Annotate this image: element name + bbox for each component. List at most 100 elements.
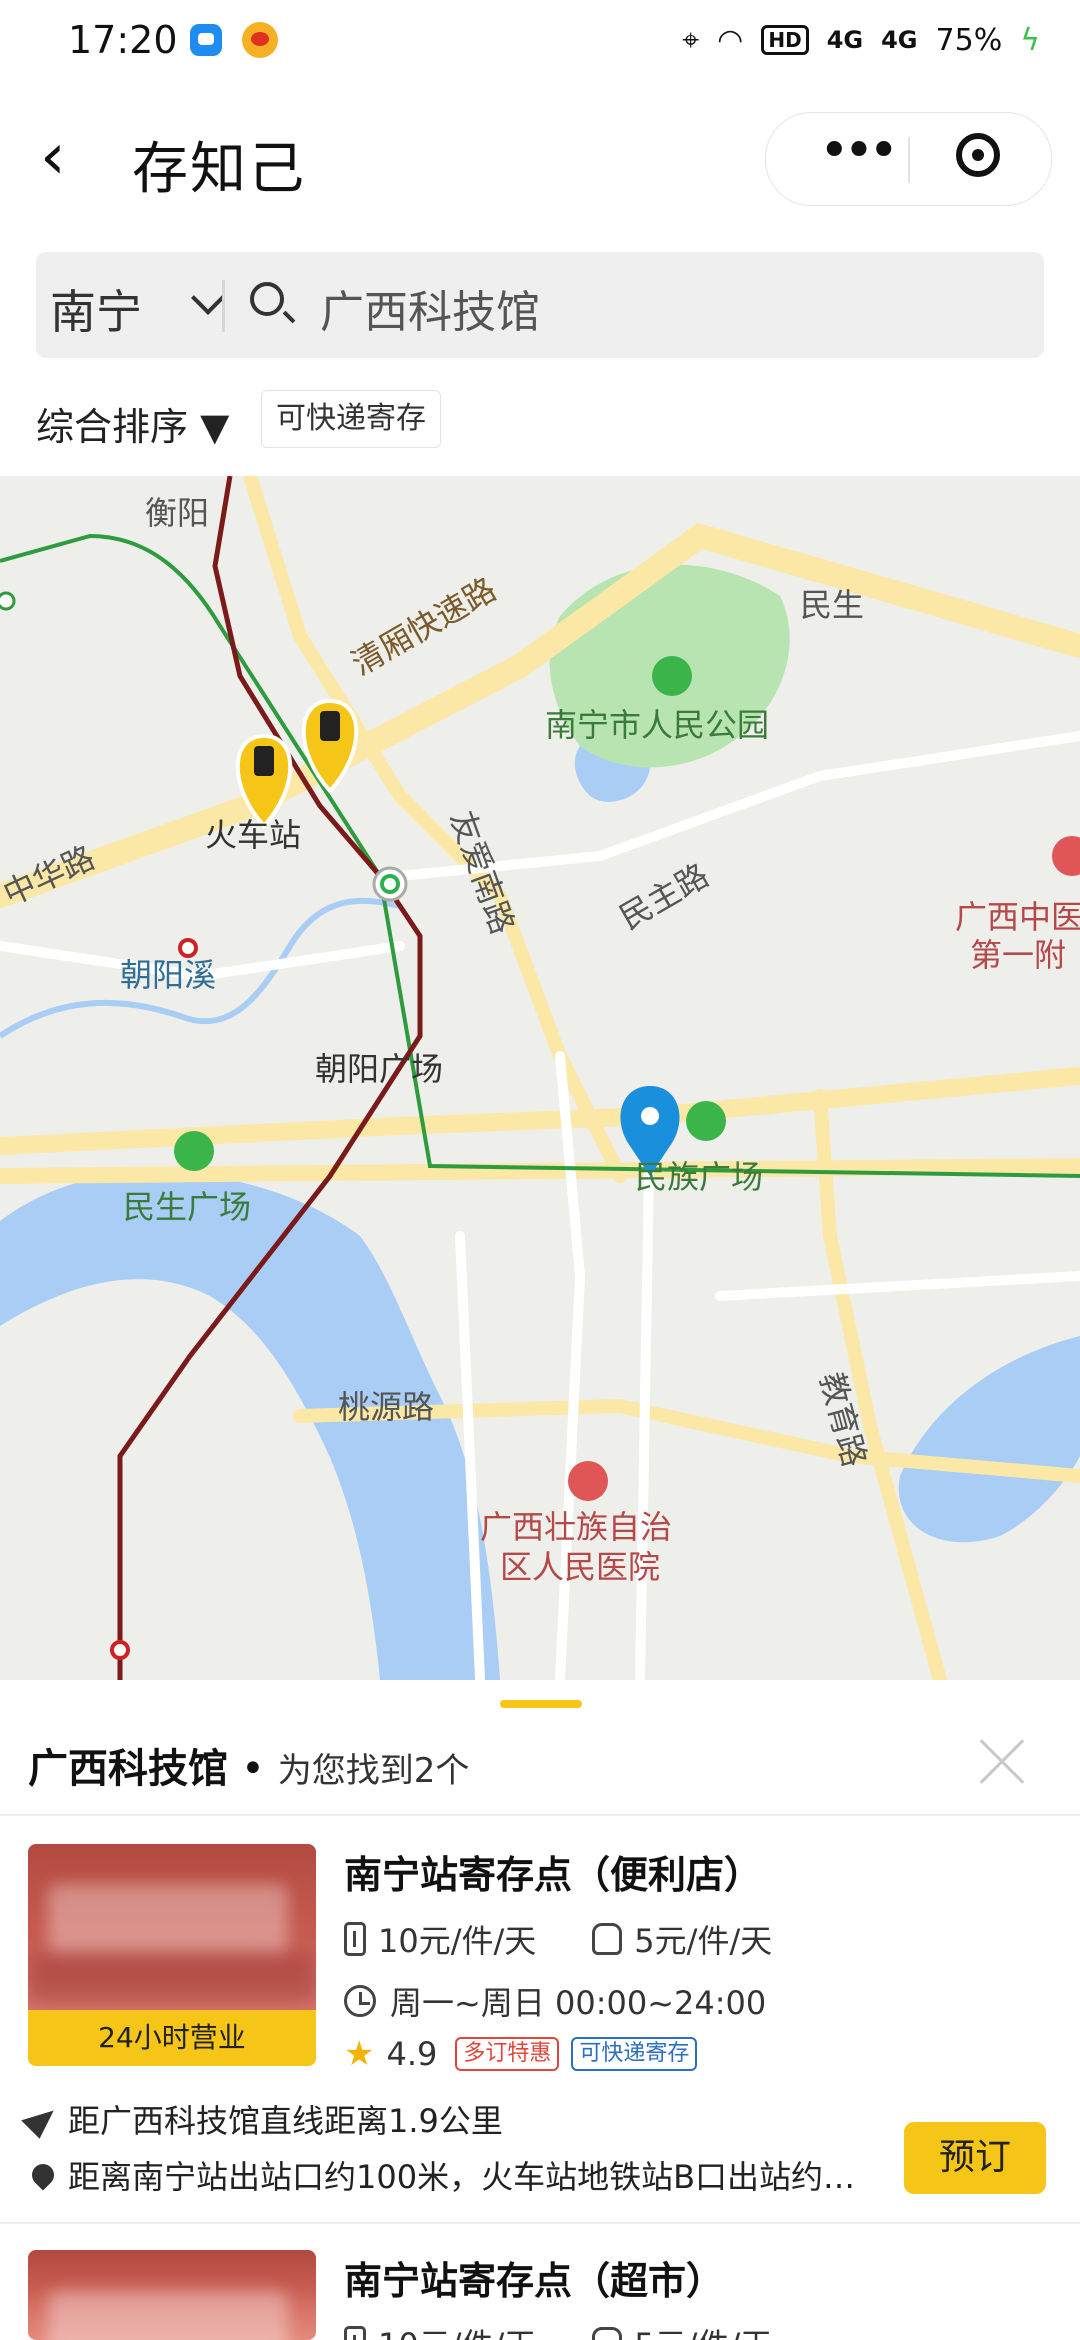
hospital-icon-2	[1052, 836, 1080, 876]
luggage-icon-1	[254, 746, 274, 776]
divider-2	[0, 2222, 1080, 2224]
location-icon: ⌖	[682, 22, 700, 58]
search-bar: 南宁 广西科技馆	[36, 252, 1044, 358]
thumbnail-2-blur	[48, 2290, 288, 2340]
thumbnail-blur-2	[28, 1954, 316, 2004]
capsule-divider	[908, 137, 910, 183]
results-count: 为您找到2个	[277, 1751, 470, 1791]
price-bag: 5元/件/天	[634, 1922, 773, 1960]
lake-water	[898, 1336, 1080, 1543]
location-pin-icon	[28, 2159, 59, 2191]
signal-icon-1: 4G	[826, 26, 864, 54]
station-dot-2	[110, 1640, 130, 1660]
close-icon[interactable]	[976, 1736, 1028, 1788]
status-bar: 17:20 ⌖ ◠ HD 4G 4G 75% ϟ	[0, 0, 1080, 84]
express-badge: 可快递寄存	[571, 2037, 698, 2071]
road-minor-1	[555, 1051, 586, 1680]
status-time: 17:20	[68, 18, 178, 62]
hd-icon: HD	[761, 25, 809, 55]
rating-row: ★ 4.9 多订特惠 可快递寄存	[344, 2034, 698, 2074]
battery-level: 75%	[935, 22, 1003, 58]
book-button[interactable]: 预订	[904, 2122, 1046, 2194]
search-divider	[222, 280, 225, 332]
distance-row: 距广西科技馆直线距离1.9公里	[21, 2096, 503, 2142]
label-taoyuan: 桃源路	[338, 1388, 434, 1426]
title-bar: ‹ 存知己 •••	[0, 84, 1080, 234]
star-icon: ★	[344, 2034, 375, 2074]
list-item[interactable]: 南宁站寄存点（超市） 10元/件/天 5元/件/天	[0, 2250, 1080, 2340]
label-hospital1b: 第一附	[970, 936, 1066, 974]
more-icon[interactable]: •••	[806, 125, 906, 187]
divider	[0, 1814, 1080, 1816]
road-minor-2	[635, 1111, 655, 1680]
tree-poi-icon-1	[174, 1131, 214, 1171]
map-canvas[interactable]: 衡阳 民生 南宁市人民公园 火车站 朝阳溪 朝阳广场 民族广场 民生广场 桃源路…	[0, 476, 1080, 1680]
back-button[interactable]: ‹	[40, 122, 100, 202]
open-hours-tag: 24小时营业	[28, 2010, 316, 2066]
metro-line-1	[0, 533, 1080, 1178]
road-minor-4	[715, 1271, 1080, 1301]
price-luggage-2: 10元/件/天	[378, 2320, 536, 2340]
luggage-icon-2	[320, 711, 340, 741]
tree-poi-icon-2	[686, 1101, 726, 1141]
hospital-icon-1	[568, 1461, 608, 1501]
chat-app-icon	[190, 24, 222, 56]
store-thumbnail-2	[28, 2250, 316, 2340]
navigation-arrow-icon	[21, 2099, 61, 2139]
signal-icon-2: 4G	[881, 26, 918, 54]
label-minzu-square: 民族广场	[635, 1158, 763, 1196]
close-miniprogram-icon[interactable]	[956, 133, 1000, 177]
distance-text: 距广西科技馆直线距离1.9公里	[68, 2102, 503, 2140]
luggage-icon-2	[344, 2326, 366, 2340]
price-luggage: 10元/件/天	[378, 1922, 537, 1960]
road-qingxiang	[0, 522, 1080, 908]
label-chaoyangxi: 朝阳溪	[120, 956, 216, 994]
label-minsheng: 民生	[800, 586, 864, 624]
label-zhonghua: 中华路	[0, 838, 100, 913]
station-dot-3	[0, 591, 16, 611]
thumbnail-blur-1	[48, 1884, 288, 1954]
backpack-icon	[592, 1923, 623, 1955]
filter-bar: 综合排序 ▼ 可快递寄存	[36, 384, 1044, 454]
store-name[interactable]: 南宁站寄存点（便利店）	[344, 1844, 762, 1899]
results-dot: •	[241, 1746, 265, 1792]
wifi-icon: ◠	[717, 22, 744, 58]
discount-badge: 多订特惠	[455, 2037, 560, 2071]
label-qingxiang: 清厢快速路	[345, 570, 503, 683]
label-hospital2b: 区人民医院	[500, 1548, 660, 1586]
label-hengyang: 衡阳	[145, 494, 209, 532]
sort-dropdown[interactable]: 综合排序 ▼	[36, 396, 229, 451]
price-bag-2: 5元/件/天	[634, 2320, 772, 2340]
results-header: 广西科技馆 • 为您找到2个	[28, 1736, 1048, 1806]
label-park: 南宁市人民公园	[545, 706, 769, 744]
price-row-2: 10元/件/天 5元/件/天	[344, 2320, 772, 2340]
price-row: 10元/件/天 5元/件/天	[344, 1916, 772, 1962]
sheet-drag-handle[interactable]	[500, 1700, 582, 1708]
rating-value: 4.9	[386, 2035, 438, 2073]
page-title: 存知己	[132, 137, 306, 202]
express-storage-filter[interactable]: 可快递寄存	[261, 390, 441, 448]
search-input[interactable]: 广西科技馆	[320, 276, 540, 340]
pin-center	[641, 1107, 659, 1125]
city-selector[interactable]: 南宁	[50, 276, 142, 342]
weibo-app-icon	[242, 22, 278, 58]
miniprogram-capsule: •••	[765, 112, 1052, 206]
charging-icon: ϟ	[1020, 22, 1040, 58]
chevron-down-icon[interactable]	[191, 281, 225, 315]
list-item[interactable]: 24小时营业 南宁站寄存点（便利店） 10元/件/天 5元/件/天 周一~周日 …	[0, 1844, 1080, 2224]
label-minzhu: 民主路	[613, 856, 715, 937]
status-right: ⌖ ◠ HD 4G 4G 75% ϟ	[682, 18, 1040, 62]
label-hospital1: 广西中医	[955, 898, 1080, 936]
clock-icon	[344, 1985, 376, 2017]
road-minzhu	[395, 731, 1080, 881]
station-dot	[178, 938, 198, 958]
luggage-icon	[344, 1922, 366, 1956]
map-view[interactable]: 衡阳 民生 南宁市人民公园 火车站 朝阳溪 朝阳广场 民族广场 民生广场 桃源路…	[0, 476, 1080, 1680]
camera-poi-icon	[652, 656, 692, 696]
results-title: 广西科技馆	[28, 1746, 228, 1792]
search-icon	[250, 282, 284, 316]
hours-row: 周一~周日 00:00~24:00	[344, 1978, 766, 2024]
address-text: 距离南宁站出站口约100米，火车站地铁站B口出站约…	[68, 2158, 856, 2196]
backpack-icon-2	[592, 2327, 623, 2340]
store-name-2[interactable]: 南宁站寄存点（超市）	[344, 2250, 724, 2305]
